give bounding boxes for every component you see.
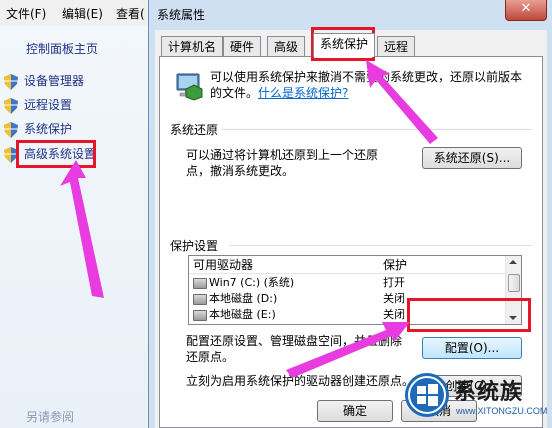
see-also-label: 另请参阅	[26, 410, 75, 424]
shield-icon	[4, 73, 18, 90]
sidebar-item-remote-settings[interactable]: 远程设置	[4, 95, 72, 115]
scroll-up-icon[interactable]	[509, 260, 517, 264]
configure-text: 配置还原设置、管理磁盘空间，并且删除还原点。	[186, 334, 403, 364]
table-row[interactable]: Win7 (C:) (系统) 打开	[189, 275, 507, 290]
windows-logo-icon	[405, 373, 449, 417]
column-header-drives[interactable]: 可用驱动器	[189, 256, 379, 274]
ok-button[interactable]: 确定	[317, 400, 393, 422]
configure-button[interactable]: 配置(O)...	[422, 337, 522, 359]
menu-view[interactable]: 查看(	[116, 5, 145, 22]
drive-name: 本地磁盘 (D:)	[209, 292, 278, 305]
what-is-system-protection-link[interactable]: 什么是系统保护?	[258, 86, 348, 100]
intro-text: 可以使用系统保护来撤消不需要的系统更改，还原以前版本的文件。	[210, 70, 523, 100]
close-icon: ✕	[520, 1, 532, 16]
tab-system-protection[interactable]: 系统保护	[313, 33, 376, 57]
computer-icon	[176, 73, 203, 101]
group-divider	[222, 129, 532, 130]
menu-file[interactable]: 文件(F)	[6, 5, 46, 22]
protection-group-label: 保护设置	[170, 239, 219, 253]
tab-remote[interactable]: 远程	[377, 36, 416, 56]
sidebar-item-device-manager[interactable]: 设备管理器	[4, 71, 84, 91]
tab-advanced[interactable]: 高级	[267, 36, 306, 56]
highlight-advanced-settings	[16, 140, 96, 168]
column-header-protection[interactable]: 保护	[379, 256, 507, 274]
scroll-thumb[interactable]	[508, 274, 520, 292]
drive-icon	[193, 310, 207, 321]
sidebar-item-label: 设备管理器	[24, 74, 85, 88]
drive-icon	[193, 294, 207, 305]
system-properties-dialog: 系统属性 ✕ 计算机名 硬件 高级 系统保护 远程 可以使用系统保护来撤消不需要…	[148, 0, 552, 428]
protection-status: 打开	[383, 276, 405, 289]
sidebar-item-label: 远程设置	[24, 98, 73, 112]
menu-edit[interactable]: 编辑(E)	[62, 5, 103, 22]
watermark-text: 系统族	[454, 380, 524, 405]
shield-icon	[4, 97, 18, 114]
dialog-title: 系统属性	[157, 8, 206, 22]
system-restore-button[interactable]: 系统还原(S)...	[422, 147, 522, 169]
control-panel-window: 文件(F) 编辑(E) 查看( 控制面板主页 设备管理器 远程设置 系统保护 高…	[0, 0, 150, 428]
sidebar-item-label: 系统保护	[24, 122, 73, 136]
watermark: 系统族 www.XITONGZU.COM	[400, 368, 552, 428]
group-divider	[230, 245, 532, 246]
drive-name: Win7 (C:) (系统)	[209, 276, 295, 289]
restore-group-label: 系统还原	[170, 123, 219, 137]
control-panel-home-link[interactable]: 控制面板主页	[26, 40, 98, 57]
protection-status: 关闭	[383, 308, 405, 321]
restore-text: 可以通过将计算机还原到上一个还原点，撤消系统更改。	[186, 148, 379, 178]
control-panel-sidebar: 控制面板主页 设备管理器 远程设置 系统保护 高级系统设置 另请参阅	[0, 26, 150, 428]
drive-icon	[193, 278, 207, 289]
watermark-url: www.XITONGZU.COM	[456, 406, 548, 416]
highlight-configure-button	[407, 298, 531, 332]
create-text: 立刻为启用系统保护的驱动器创建还原点。	[186, 374, 415, 388]
protection-status: 关闭	[383, 292, 405, 305]
sidebar-item-system-protection[interactable]: 系统保护	[4, 119, 72, 139]
tab-hardware[interactable]: 硬件	[223, 36, 262, 56]
tab-computer-name[interactable]: 计算机名	[161, 36, 224, 56]
drive-name: 本地磁盘 (E:)	[209, 308, 276, 321]
close-button[interactable]: ✕	[505, 0, 547, 21]
shield-icon	[4, 121, 18, 138]
menu-bar: 文件(F) 编辑(E) 查看(	[0, 0, 150, 27]
